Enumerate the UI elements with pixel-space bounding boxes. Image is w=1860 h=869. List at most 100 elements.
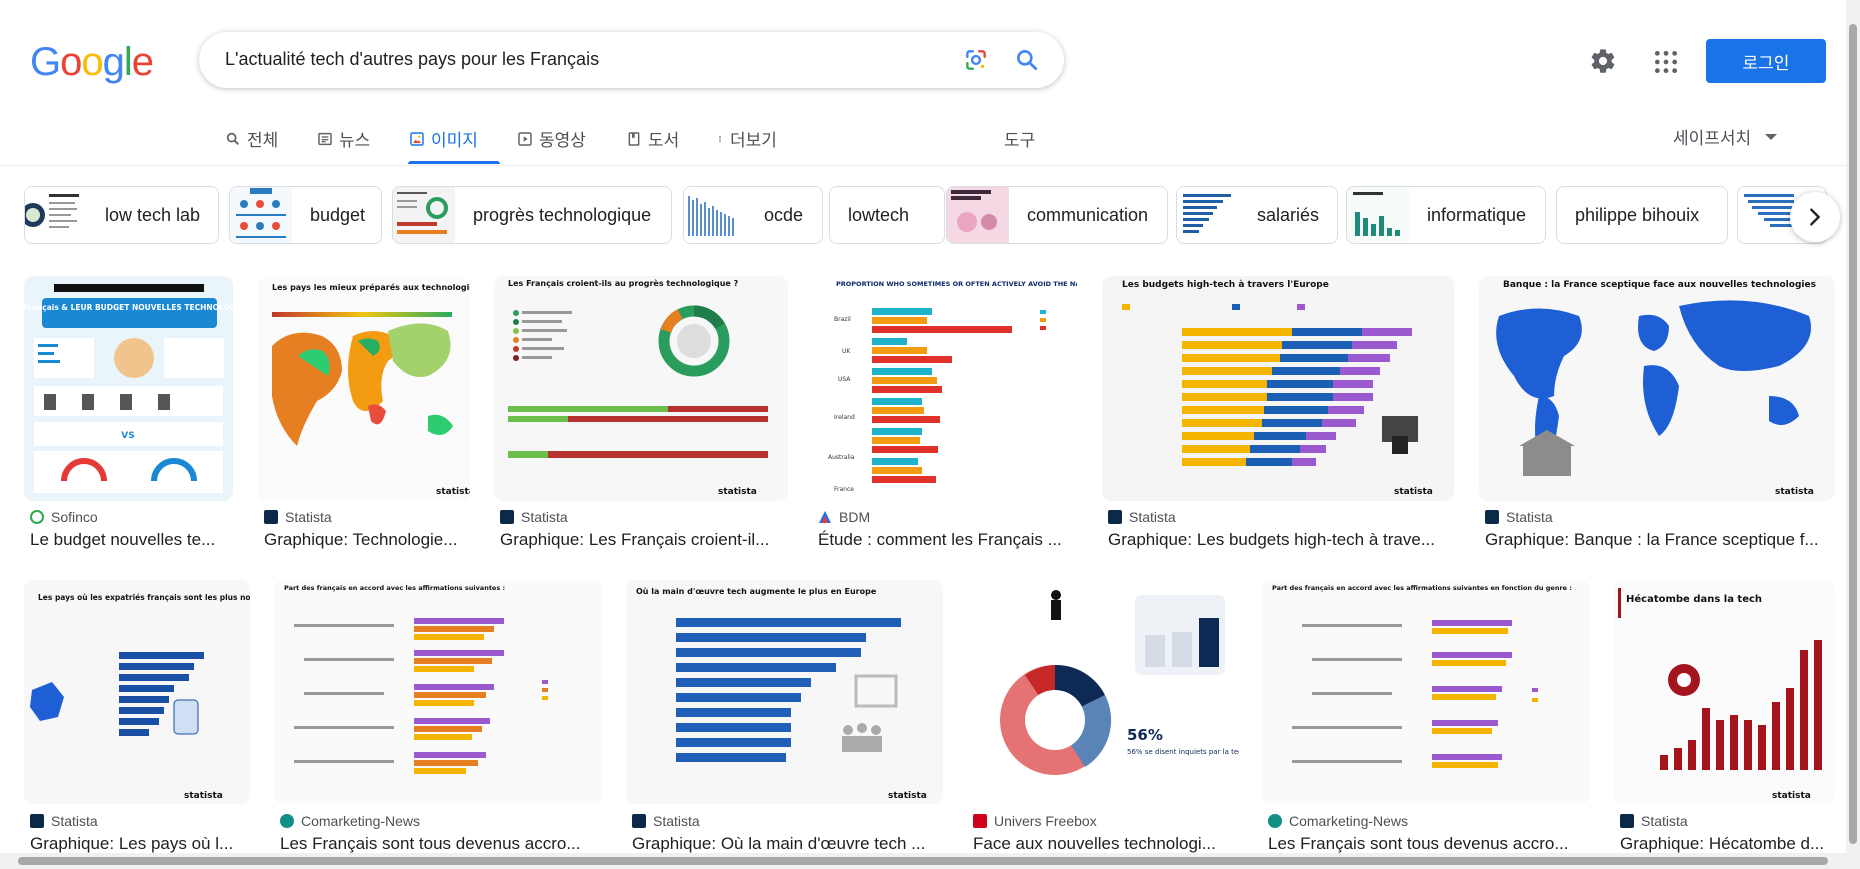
search-icon — [226, 132, 239, 145]
tab-label: 더보기 — [730, 131, 777, 151]
result-source[interactable]: Statista — [30, 813, 98, 829]
result-title[interactable]: Graphique: Les Français croient-il... — [500, 530, 785, 550]
apps-grid-icon[interactable] — [1653, 49, 1679, 75]
result-source[interactable]: Statista — [500, 509, 568, 525]
chip-label: low tech lab — [105, 204, 201, 225]
result-thumbnail[interactable]: Les budgets high-tech à travers l'Europe… — [1102, 276, 1454, 501]
tab-all[interactable]: 전체 — [225, 126, 278, 151]
result-title[interactable]: Graphique: Hécatombe d... — [1620, 834, 1834, 854]
image-text: 56% se disent inquiets par la technologi… — [1127, 748, 1239, 756]
tab-books[interactable]: 도서 — [626, 126, 679, 151]
result-thumbnail[interactable]: Les Français & LEUR BUDGET NOUVELLES TEC… — [24, 276, 233, 501]
gear-icon[interactable] — [1589, 47, 1617, 75]
chip-label: lowtech — [848, 204, 910, 225]
result-title[interactable]: Le budget nouvelles te... — [30, 530, 230, 550]
result-thumbnail[interactable]: Où la main d'œuvre tech augmente le plus… — [626, 580, 943, 804]
result-thumbnail[interactable]: Part des français en accord avec les aff… — [274, 580, 602, 804]
result-title[interactable]: Les Français sont tous devenus accro... — [1268, 834, 1588, 854]
search-icon[interactable] — [1014, 47, 1040, 73]
result-title[interactable]: Graphique: Technologie... — [264, 530, 469, 550]
result-thumbnail[interactable]: Banque : la France sceptique face aux no… — [1479, 276, 1835, 501]
chevron-right-icon — [1810, 208, 1820, 226]
result-title[interactable]: Graphique: Les pays où l... — [30, 834, 248, 854]
safesearch-dropdown[interactable]: 세이프서치 — [1673, 124, 1778, 149]
chip-progres-technologique[interactable]: progrès technologique — [392, 186, 672, 244]
image-text: Les pays les mieux préparés aux technolo… — [272, 282, 470, 292]
safesearch-label: 세이프서치 — [1673, 129, 1752, 149]
result-title[interactable]: Face aux nouvelles technologi... — [973, 834, 1239, 854]
result-source[interactable]: Statista — [632, 813, 700, 829]
chip-label: salariés — [1257, 204, 1320, 225]
result-thumbnail[interactable]: Hécatombe dans la tech statista — [1614, 580, 1835, 804]
source-name: Statista — [1129, 509, 1176, 525]
image-text: Les Français & LEUR BUDGET NOUVELLES TEC… — [24, 303, 233, 312]
result-source[interactable]: Sofinco — [30, 509, 98, 525]
google-logo[interactable]: Google — [30, 40, 154, 85]
statista-favicon — [632, 814, 646, 828]
tools-button[interactable]: 도구 — [1004, 126, 1035, 151]
chip-thumbnail — [1177, 187, 1239, 243]
svg-text:Australia: Australia — [828, 454, 855, 461]
chip-label: ocde — [764, 204, 804, 225]
result-title[interactable]: Graphique: Banque : la France sceptique … — [1485, 530, 1833, 550]
result-title[interactable]: Graphique: Où la main d'œuvre tech ... — [632, 834, 940, 854]
svg-text:USA: USA — [838, 376, 851, 383]
statista-favicon — [500, 510, 514, 524]
horizontal-scrollbar-thumb[interactable] — [18, 857, 1828, 865]
chip-communication[interactable]: communication — [946, 186, 1168, 244]
result-thumbnail[interactable]: PROPORTION WHO SOMETIMES OR OFTEN ACTIVE… — [812, 276, 1077, 501]
search-input[interactable]: L'actualité tech d'autres pays pour les … — [225, 49, 599, 70]
result-source[interactable]: BDM — [818, 509, 870, 525]
image-text: Les Français croient-ils au progrès tech… — [508, 278, 739, 288]
result-thumbnail[interactable]: Les pays où les expatriés français sont … — [24, 580, 250, 804]
result-source[interactable]: Statista — [1108, 509, 1176, 525]
image-text: Hécatombe dans la tech — [1626, 593, 1762, 605]
chip-salaries[interactable]: salariés — [1176, 186, 1338, 244]
vertical-scrollbar[interactable] — [1846, 0, 1860, 869]
chip-low-tech-lab[interactable]: low tech lab — [24, 186, 219, 244]
statista-favicon — [30, 814, 44, 828]
login-button[interactable]: 로그인 — [1706, 39, 1826, 83]
result-title[interactable]: Les Français sont tous devenus accro... — [280, 834, 600, 854]
chip-philippe-bihouix[interactable]: philippe bihouix — [1556, 186, 1728, 244]
result-thumbnail[interactable]: Part des français en accord avec les aff… — [1262, 580, 1590, 804]
play-icon — [518, 131, 532, 146]
search-box[interactable]: L'actualité tech d'autres pays pour les … — [199, 32, 1064, 88]
svg-text:statista: statista — [1772, 791, 1811, 801]
source-name: Comarketing-News — [1289, 813, 1409, 829]
chip-informatique[interactable]: informatique — [1346, 186, 1546, 244]
chip-thumbnail — [1347, 187, 1409, 243]
result-source[interactable]: Statista — [1485, 509, 1553, 525]
source-name: Statista — [51, 813, 98, 829]
google-lens-icon[interactable] — [963, 47, 989, 73]
vertical-scrollbar-thumb[interactable] — [1849, 24, 1857, 844]
chip-budget[interactable]: budget — [229, 186, 382, 244]
image-icon — [410, 131, 424, 146]
result-source[interactable]: Univers Freebox — [973, 813, 1097, 829]
result-source[interactable]: Statista — [264, 509, 332, 525]
result-thumbnail[interactable]: Les pays les mieux préparés aux technolo… — [258, 276, 470, 501]
horizontal-scrollbar[interactable] — [0, 853, 1846, 869]
result-thumbnail[interactable]: Les Français croient-ils au progrès tech… — [494, 276, 788, 501]
tab-videos[interactable]: 동영상 — [517, 126, 586, 151]
result-thumbnail[interactable]: 56% 56% se disent inquiets par la techno… — [967, 580, 1239, 804]
chip-label: progrès technologique — [473, 204, 652, 225]
result-source[interactable]: Statista — [1620, 813, 1688, 829]
chip-lowtech[interactable]: lowtech — [829, 186, 945, 244]
result-title[interactable]: Graphique: Les budgets high-tech à trave… — [1108, 530, 1453, 550]
comarketing-favicon — [1268, 814, 1282, 828]
tab-more[interactable]: 더보기 — [716, 126, 777, 151]
statista-favicon — [1485, 510, 1499, 524]
tab-news[interactable]: 뉴스 — [317, 126, 370, 151]
result-source[interactable]: Comarketing-News — [1268, 813, 1408, 829]
chips-next-button[interactable] — [1790, 192, 1840, 242]
result-source[interactable]: Comarketing-News — [280, 813, 420, 829]
caret-down-icon — [1765, 133, 1778, 140]
source-name: Comarketing-News — [301, 813, 421, 829]
image-text: Part des français en accord avec les aff… — [1272, 584, 1572, 592]
result-title[interactable]: Étude : comment les Français ... — [818, 530, 1078, 550]
chip-ocde[interactable]: ocde — [683, 186, 823, 244]
chip-thumbnail — [947, 187, 1009, 243]
logo-letter: e — [131, 40, 154, 84]
tab-images[interactable]: 이미지 — [409, 126, 478, 151]
